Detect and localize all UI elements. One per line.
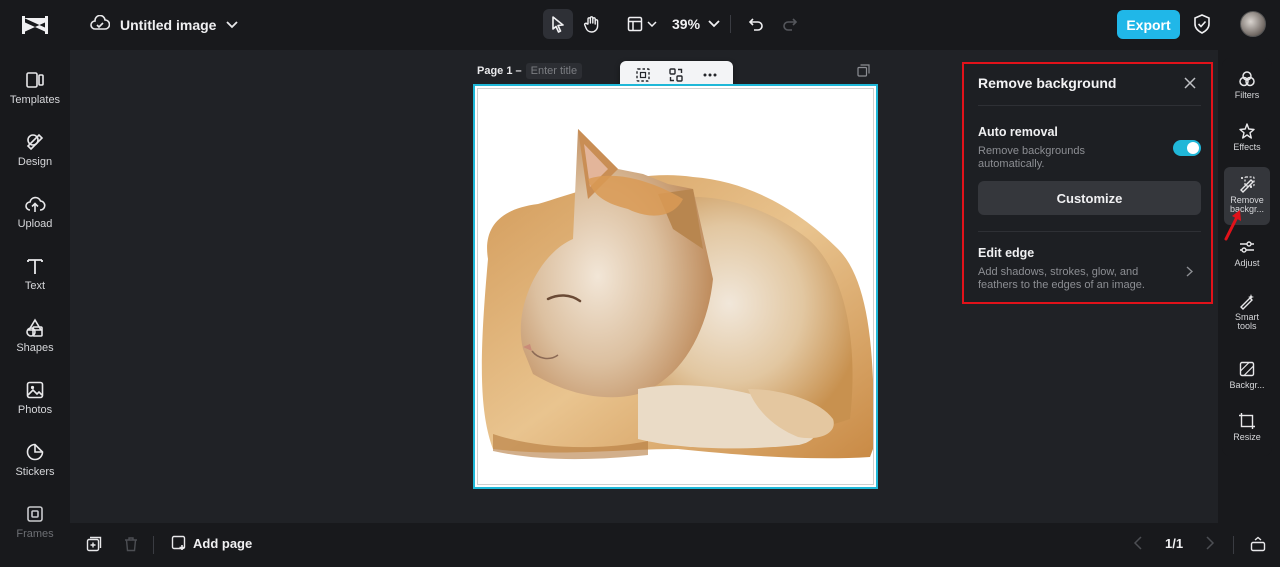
auto-removal-title: Auto removal — [978, 125, 1058, 139]
resize-icon — [1239, 413, 1255, 429]
page-canvas[interactable] — [477, 88, 874, 485]
sidebar-item-label: Shapes — [16, 342, 54, 354]
sidebar-item-frames[interactable]: Frames — [0, 496, 70, 552]
page-title-input[interactable]: Enter title — [525, 63, 583, 79]
capcut-logo-icon[interactable] — [20, 11, 50, 39]
red-pointer-arrow-icon — [1224, 210, 1241, 241]
templates-icon — [26, 72, 44, 88]
redo-button[interactable] — [775, 9, 805, 39]
document-title[interactable]: Untitled image — [90, 12, 239, 38]
shapes-icon — [26, 318, 43, 337]
add-page-button[interactable]: Add page — [171, 535, 252, 551]
sidebar-item-upload[interactable]: Upload — [0, 186, 70, 242]
sidebar-item-templates[interactable]: Templates — [0, 62, 70, 118]
effects-icon — [1239, 123, 1255, 139]
stickers-icon — [26, 443, 44, 461]
bottom-bar: Add page 1/1 — [70, 523, 1280, 567]
smart-tools-icon — [1240, 294, 1254, 310]
top-bar: Untitled image 39% Export — [0, 0, 1280, 50]
rail-item-label: Resize — [1233, 432, 1261, 442]
rail-item-label: Adjust — [1234, 258, 1260, 268]
sidebar-item-label: Text — [24, 280, 46, 292]
remove-background-panel: Remove background Auto removal Remove ba… — [962, 62, 1213, 304]
edit-edge-title[interactable]: Edit edge — [978, 246, 1034, 260]
zoom-level[interactable]: 39% — [672, 16, 700, 32]
export-button[interactable]: Export — [1117, 10, 1180, 39]
sidebar-item-stickers[interactable]: Stickers — [0, 434, 70, 490]
collapse-pages-icon[interactable] — [1250, 536, 1266, 557]
sidebar-item-shapes[interactable]: Shapes — [0, 310, 70, 366]
zoom-chevron-down-icon[interactable] — [708, 15, 720, 33]
text-icon — [27, 259, 43, 274]
sidebar-item-label: Upload — [17, 218, 53, 230]
add-layer-icon[interactable] — [86, 536, 102, 557]
toggle-knob — [1187, 142, 1199, 154]
right-tool-rail: Filters Effects Remove backgr... Adjust … — [1222, 58, 1272, 456]
close-icon[interactable] — [1183, 76, 1197, 95]
toolbar-divider — [730, 15, 732, 33]
add-page-icon — [171, 535, 186, 550]
user-avatar[interactable] — [1240, 11, 1266, 37]
rail-item-background[interactable]: Backgr... — [1224, 352, 1270, 404]
duplicate-page-icon[interactable] — [857, 64, 870, 82]
design-icon — [26, 133, 44, 151]
toolbar-divider — [617, 15, 618, 33]
page-number-label: Page 1 – — [477, 65, 522, 77]
sidebar-item-text[interactable]: Text — [0, 248, 70, 304]
canvas-tools: 39% — [543, 9, 809, 39]
rail-item-smart-tools[interactable]: Smart tools — [1224, 284, 1270, 340]
rail-item-label: Effects — [1233, 142, 1261, 152]
next-page-icon[interactable] — [1205, 536, 1215, 555]
sidebar-item-label: Design — [17, 156, 53, 168]
sidebar-item-label: Photos — [17, 404, 53, 416]
left-sidebar: Templates Design Upload Text Shapes Phot… — [0, 50, 70, 567]
auto-removal-toggle[interactable] — [1173, 140, 1201, 156]
shield-check-icon[interactable] — [1191, 13, 1213, 35]
sidebar-item-label: Stickers — [15, 466, 55, 478]
sidebar-item-photos[interactable]: Photos — [0, 372, 70, 428]
photos-icon — [26, 381, 44, 399]
panel-title: Remove background — [978, 75, 1117, 91]
frames-icon — [27, 506, 43, 522]
page-label: Page 1 – Enter title — [477, 63, 583, 79]
filters-icon — [1239, 71, 1255, 87]
bottom-divider — [1233, 536, 1234, 554]
select-tool-button[interactable] — [543, 9, 573, 39]
hand-tool-button[interactable] — [577, 9, 607, 39]
rail-item-label: Filters — [1234, 90, 1260, 100]
cat-image[interactable] — [478, 89, 874, 485]
panel-divider — [978, 231, 1201, 232]
prev-page-icon[interactable] — [1133, 536, 1143, 555]
sidebar-item-label: Frames — [16, 528, 54, 540]
auto-removal-description: Remove backgrounds automatically. — [978, 145, 1086, 170]
cloud-icon — [90, 14, 111, 36]
edit-edge-description: Add shadows, strokes, glow, and feathers… — [978, 266, 1145, 291]
chevron-down-icon[interactable] — [226, 16, 239, 34]
undo-button[interactable] — [741, 9, 771, 39]
remove-background-icon — [1240, 176, 1255, 193]
panel-divider — [978, 105, 1201, 106]
add-page-label: Add page — [193, 535, 253, 551]
layout-tool-button[interactable] — [624, 9, 660, 39]
delete-icon[interactable] — [123, 536, 139, 557]
rail-item-effects[interactable]: Effects — [1224, 114, 1270, 166]
sidebar-item-design[interactable]: Design — [0, 124, 70, 180]
sidebar-item-label: Templates — [9, 94, 61, 106]
rail-item-resize[interactable]: Resize — [1224, 404, 1270, 456]
customize-button[interactable]: Customize — [978, 181, 1201, 215]
document-title-text: Untitled image — [120, 17, 217, 33]
upload-icon — [25, 196, 46, 212]
bottom-divider — [153, 536, 154, 554]
selected-page-frame[interactable] — [473, 84, 878, 489]
rail-item-label: Smart tools — [1234, 312, 1259, 331]
rail-item-filters[interactable]: Filters — [1224, 62, 1270, 114]
chevron-right-icon[interactable] — [1186, 264, 1194, 282]
background-icon — [1239, 361, 1255, 377]
page-counter: 1/1 — [1165, 536, 1184, 551]
rail-item-label: Backgr... — [1229, 380, 1265, 390]
